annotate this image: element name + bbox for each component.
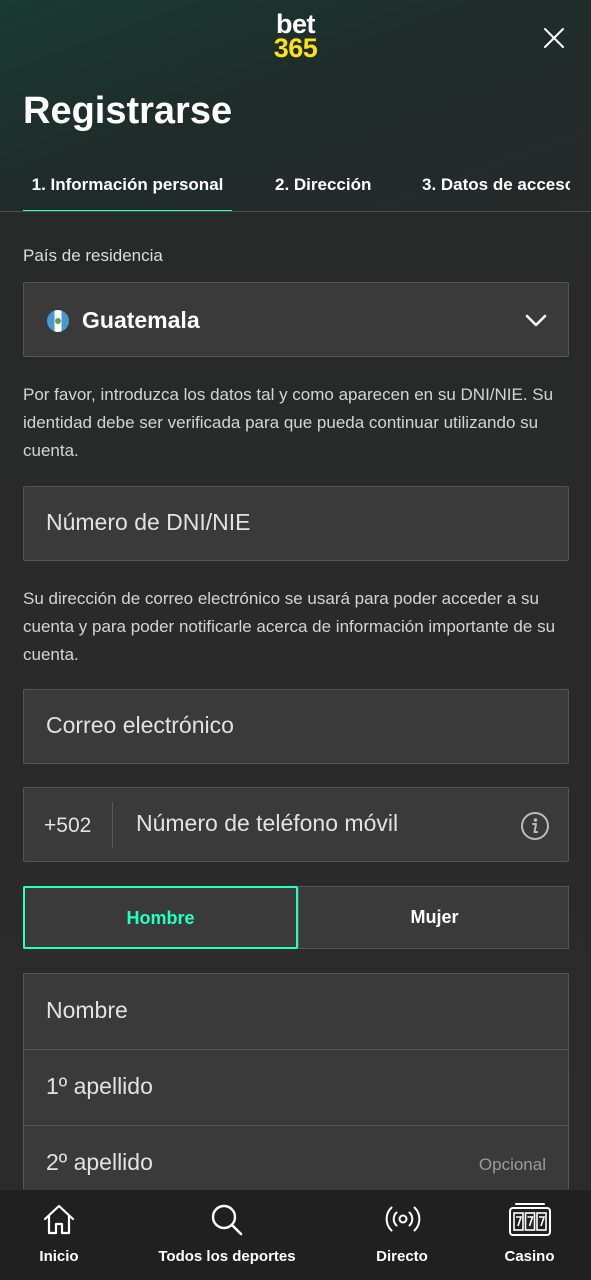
phone-prefix[interactable]: +502 bbox=[44, 814, 91, 838]
optional-label: Opcional bbox=[478, 1155, 546, 1174]
first-name-field[interactable]: Nombre bbox=[24, 974, 568, 1050]
first-name-placeholder: Nombre bbox=[46, 997, 128, 1023]
close-icon bbox=[544, 28, 564, 48]
tab-address[interactable]: 2. Dirección bbox=[275, 160, 371, 211]
nav-casino[interactable]: Casino bbox=[487, 1190, 572, 1280]
country-label: País de residencia bbox=[23, 246, 163, 265]
registration-steps-tabs: 1. Información personal 2. Dirección 3. … bbox=[0, 160, 591, 212]
last-name2-placeholder: 2º apellido bbox=[46, 1149, 153, 1175]
nav-all-sports-label: Todos los deportes bbox=[158, 1248, 296, 1265]
country-value: Guatemala bbox=[82, 307, 200, 333]
email-notice: Su dirección de correo electrónico se us… bbox=[23, 589, 556, 664]
name-fields-group: Nombre 1º apellido 2º apellido Opcional bbox=[23, 973, 569, 1213]
close-button[interactable] bbox=[538, 22, 570, 54]
gender-male-button[interactable]: Hombre bbox=[23, 886, 298, 949]
nav-casino-label: Casino bbox=[504, 1248, 555, 1265]
country-select[interactable]: Guatemala bbox=[23, 282, 569, 357]
guatemala-flag-icon bbox=[47, 310, 69, 332]
search-icon bbox=[211, 1204, 243, 1236]
chevron-down-icon bbox=[525, 314, 547, 327]
nav-home[interactable]: Inicio bbox=[14, 1190, 104, 1280]
email-placeholder: Correo electrónico bbox=[46, 712, 234, 738]
nav-live[interactable]: Directo bbox=[357, 1190, 447, 1280]
identity-notice: Por favor, introduzca los datos tal y co… bbox=[23, 385, 554, 460]
tab-access-data[interactable]: 3. Datos de acceso bbox=[422, 160, 570, 211]
page-title: Registrarse bbox=[23, 90, 233, 132]
phone-prefix-divider bbox=[112, 802, 113, 848]
live-broadcast-icon bbox=[385, 1206, 421, 1232]
phone-placeholder: Número de teléfono móvil bbox=[136, 810, 399, 836]
last-name1-field[interactable]: 1º apellido bbox=[24, 1050, 568, 1126]
nav-live-label: Directo bbox=[376, 1248, 428, 1265]
slot-machine-icon bbox=[509, 1203, 551, 1236]
dni-placeholder: Número de DNI/NIE bbox=[46, 509, 251, 535]
phone-field[interactable]: +502 Número de teléfono móvil bbox=[23, 787, 569, 862]
email-field[interactable]: Correo electrónico bbox=[23, 689, 569, 764]
bottom-navigation: Inicio Todos los deportes Directo Casino bbox=[0, 1190, 591, 1280]
nav-all-sports[interactable]: Todos los deportes bbox=[147, 1190, 307, 1280]
tab-personal-info[interactable]: 1. Información personal bbox=[23, 160, 232, 211]
home-icon bbox=[43, 1204, 75, 1235]
gender-toggle: Hombre Mujer bbox=[23, 886, 569, 949]
last-name1-placeholder: 1º apellido bbox=[46, 1073, 153, 1099]
nav-home-label: Inicio bbox=[39, 1248, 79, 1265]
gender-female-button[interactable]: Mujer bbox=[298, 887, 571, 948]
info-icon[interactable] bbox=[520, 811, 550, 841]
dni-field[interactable]: Número de DNI/NIE bbox=[23, 486, 569, 561]
bet365-logo: bet 365 bbox=[273, 9, 318, 63]
